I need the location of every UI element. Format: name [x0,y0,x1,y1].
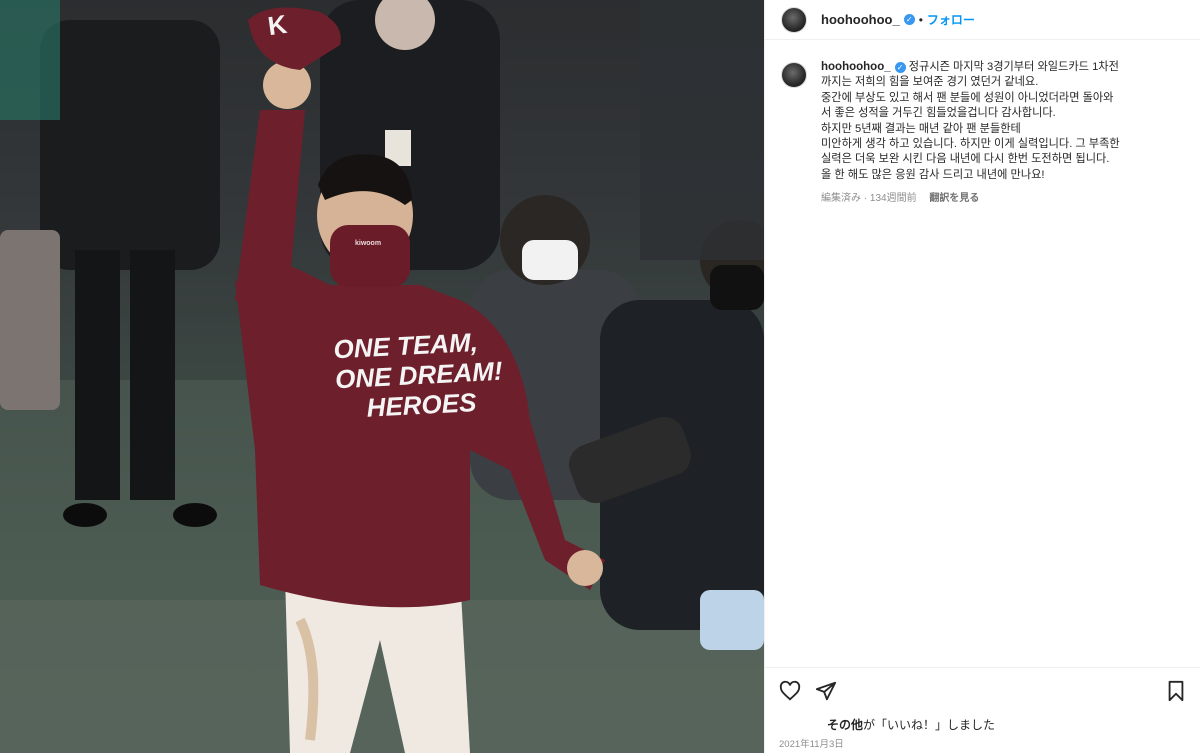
header-avatar[interactable] [781,6,807,33]
post-date[interactable]: 2021年11月3日 [779,736,844,750]
caption-avatar[interactable] [781,62,807,88]
header-separator: • [918,12,923,27]
follow-button[interactable]: フォロー [927,11,975,28]
caption-text-2: 중간에 부상도 있고 해서 팬 분들에 성원이 아니었더라면 돌아와 [821,91,1114,104]
bookmark-icon[interactable] [1165,680,1187,702]
caption-meta: 編集済み · 134週間前 翻訳を見る [821,193,980,205]
caption-text-7: 올 한 해도 많은 응원 감사 드리고 내년에 만나요! [821,168,1045,181]
post-header: hoohoohoo_ ✓ • フォロー [765,0,1200,40]
caption-username[interactable]: hoohoohoo_ [821,61,891,73]
edited-label: 編集済み [821,193,861,205]
caption-text-5: 미안하게 생각 하고 있습니다. 하지만 이게 실력입니다. 그 부족한 [821,138,1120,151]
likes-summary[interactable]: その他が「いいね！」しました [827,716,995,733]
hoodie-print: ONE TEAM, ONE DREAM! HEROES [333,326,505,425]
heart-icon[interactable] [779,680,801,702]
translate-link[interactable]: 翻訳を見る [929,193,979,204]
instagram-post: K kiwoom ONE TEAM, ONE DREAM! HEROES hoo… [0,0,1200,753]
mask-logo: kiwoom [355,240,382,247]
action-bar [765,667,1200,711]
caption-text-4: 하지만 5년째 결과는 매년 같아 팬 분들한테 [821,122,1021,135]
post-photo[interactable]: K kiwoom ONE TEAM, ONE DREAM! HEROES [0,0,764,753]
caption-text-0: 정규시즌 마지막 3경기부터 와일드카드 1차전 [908,61,1119,73]
post-side-panel: hoohoohoo_ ✓ • フォロー hoohoohoo_ ✓ 정규시즌 마지막… [764,0,1200,753]
share-plane-icon[interactable] [815,680,837,702]
post-age[interactable]: 134週間前 [870,193,917,204]
caption-text-3: 서 좋은 성적을 거두긴 힘들었을겁니다 감사합니다. [821,107,1056,120]
caption-body: hoohoohoo_ ✓ 정규시즌 마지막 3경기부터 와일드카드 1차전 까지는… [821,60,1120,207]
header-username[interactable]: hoohoohoo_ [821,12,900,27]
verified-badge-icon: ✓ [894,62,906,74]
caption-text-6: 실력은 더욱 보완 시킨 다음 내년에 다시 한번 도전하면 됩니다. [821,153,1110,166]
verified-badge-icon: ✓ [903,14,915,25]
likes-suffix: が「いいね！」しました [863,718,996,732]
caption-text-1: 까지는 저희의 힘을 보여준 경기 였던거 같네요. [821,76,1039,89]
likes-others[interactable]: その他 [827,718,863,732]
post-caption: hoohoohoo_ ✓ 정규시즌 마지막 3경기부터 와일드카드 1차전 까지는… [781,60,1185,207]
caption-line: hoohoohoo_ ✓ 정규시즌 마지막 3경기부터 와일드카드 1차전 [821,60,1120,75]
cap-letter: K [265,8,289,42]
